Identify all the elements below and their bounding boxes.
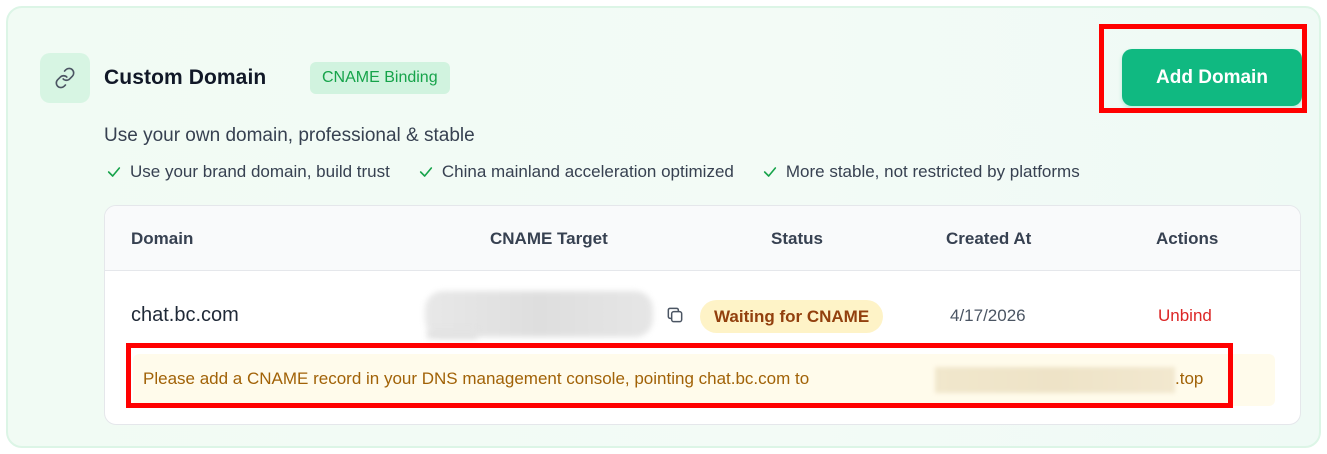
unbind-link[interactable]: Unbind — [1158, 306, 1212, 326]
feature-label: Use your brand domain, build trust — [130, 162, 390, 181]
check-icon — [419, 167, 432, 177]
page-title: Custom Domain — [104, 66, 267, 89]
cname-notice-suffix: .top — [1175, 369, 1204, 388]
table-header: Domain CNAME Target Status Created At Ac… — [105, 206, 1300, 271]
check-icon — [763, 167, 776, 177]
subtitle: Use your own domain, professional & stab… — [104, 125, 475, 146]
column-actions: Actions — [1156, 229, 1219, 248]
column-status: Status — [771, 229, 823, 248]
feature-item: Use your brand domain, build trust — [106, 162, 390, 182]
cname-notice-redacted — [935, 367, 1175, 393]
feature-label: More stable, not restricted by platforms — [785, 162, 1080, 181]
link-icon — [55, 67, 75, 89]
domain-cell: chat.bc.com — [131, 304, 239, 326]
cname-binding-badge: CNAME Binding — [310, 62, 450, 94]
column-cname-target: CNAME Target — [490, 229, 608, 248]
feature-item: China mainland acceleration optimized — [418, 162, 734, 182]
cname-notice-text: Please add a CNAME record in your DNS ma… — [143, 369, 810, 388]
domain-table: Domain CNAME Target Status Created At Ac… — [104, 205, 1301, 425]
cname-target-redacted-line — [427, 329, 477, 339]
link-icon-tile — [40, 53, 90, 103]
add-domain-button[interactable]: Add Domain — [1122, 49, 1302, 106]
check-icon — [107, 167, 121, 177]
feature-list: Use your brand domain, build trust China… — [106, 162, 1080, 182]
feature-item: More stable, not restricted by platforms — [762, 162, 1080, 182]
column-created-at: Created At — [946, 229, 1032, 248]
created-at-cell: 4/17/2026 — [950, 306, 1026, 325]
custom-domain-card: Custom Domain CNAME Binding Add Domain U… — [6, 6, 1321, 448]
copy-icon[interactable] — [665, 305, 685, 330]
feature-label: China mainland acceleration optimized — [441, 162, 734, 181]
status-badge: Waiting for CNAME — [700, 300, 884, 333]
column-domain: Domain — [131, 229, 194, 248]
